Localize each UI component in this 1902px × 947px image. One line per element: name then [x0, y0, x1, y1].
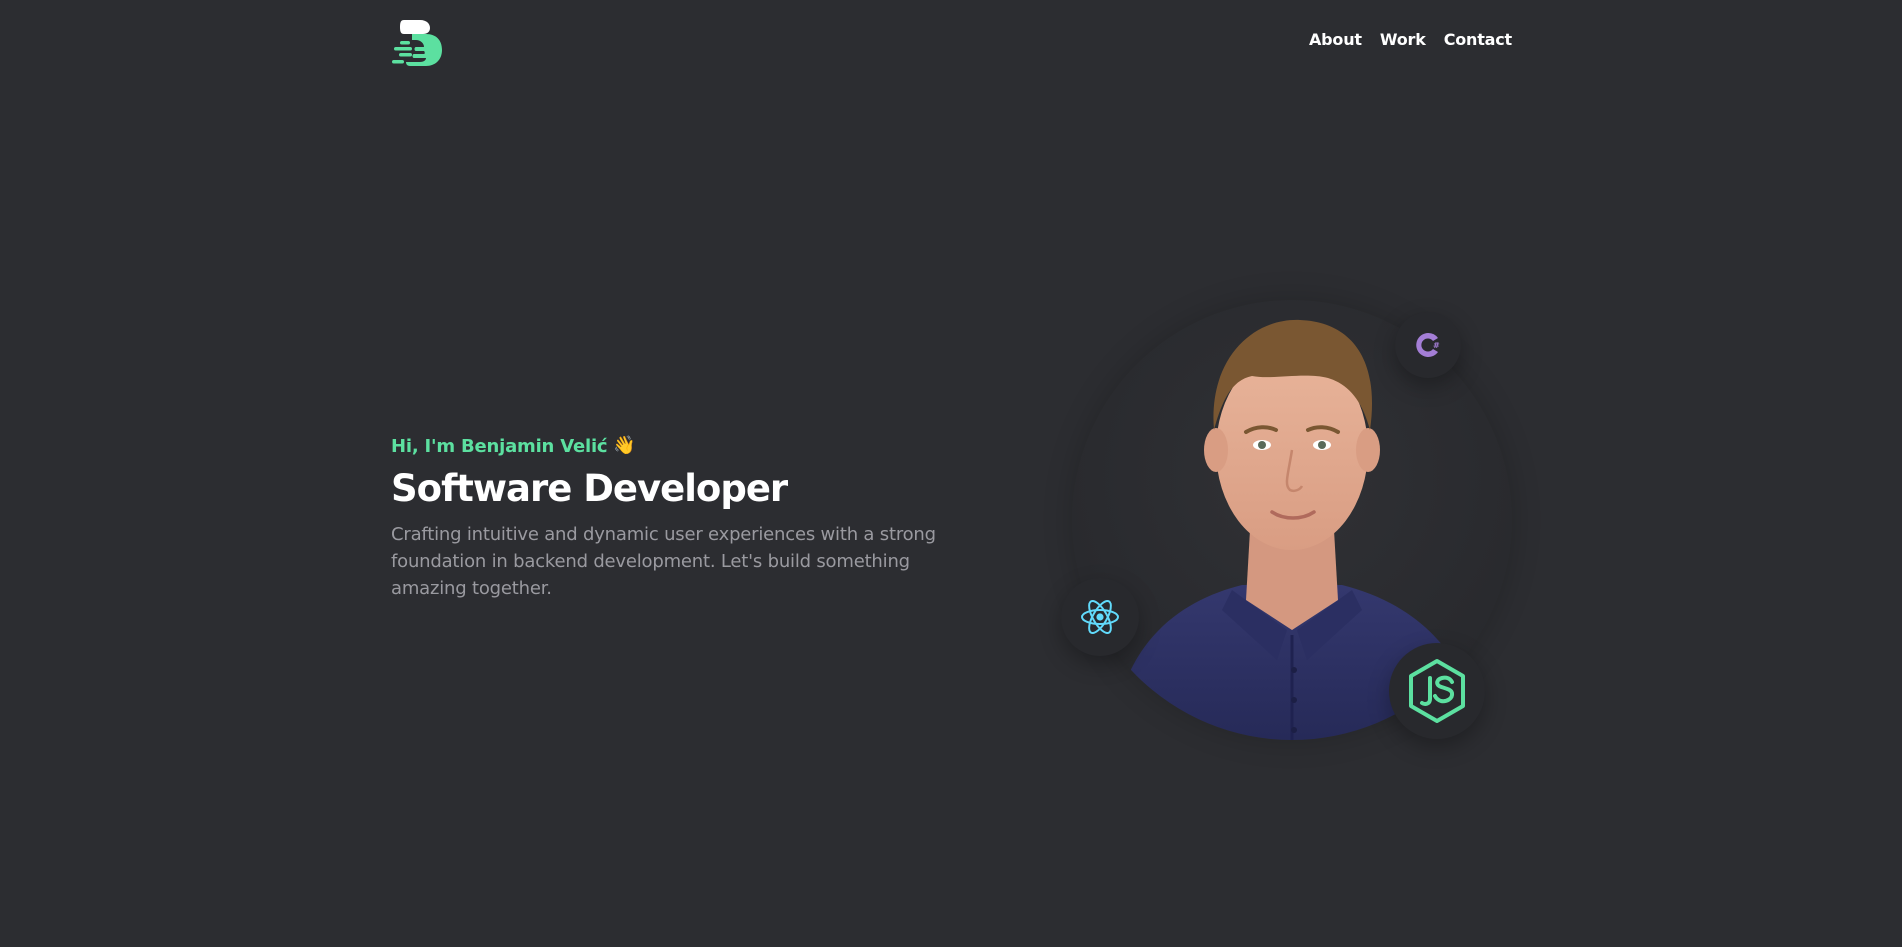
hero-title: Software Developer [391, 467, 788, 510]
nav-work-link[interactable]: Work [1380, 30, 1426, 49]
brand-logo-icon[interactable] [390, 14, 446, 70]
waving-hand-icon: 👋 [613, 435, 636, 456]
hero-greeting: Hi, I'm Benjamin Velić 👋 [391, 433, 971, 459]
nodejs-icon [1389, 643, 1485, 739]
hero-description: Crafting intuitive and dynamic user expe… [391, 524, 936, 600]
nav-contact-link[interactable]: Contact [1444, 30, 1513, 49]
csharp-icon: # [1395, 312, 1461, 378]
react-icon [1061, 578, 1139, 656]
svg-text:#: # [1433, 341, 1440, 350]
greeting-text: Hi, I'm Benjamin Velić [391, 435, 608, 457]
page: About Work Contact Hi, I'm Benjamin Veli… [0, 0, 1902, 947]
nav-about-link[interactable]: About [1309, 30, 1362, 49]
hero-intro: Hi, I'm Benjamin Velić 👋 Software Develo… [391, 433, 971, 602]
main-nav: About Work Contact [1309, 30, 1512, 49]
